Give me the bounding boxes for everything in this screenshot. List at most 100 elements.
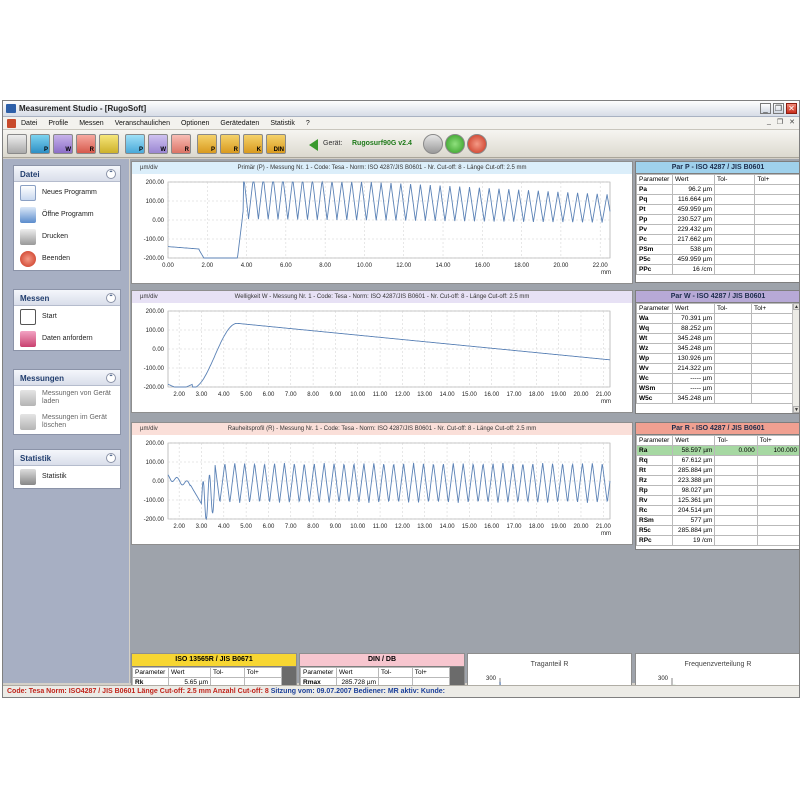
table-row[interactable]: Wp 130.926 µm (636, 353, 793, 364)
view-p-button[interactable]: P (125, 134, 145, 154)
menu-help[interactable]: ? (306, 120, 310, 127)
collapse-chevron-icon[interactable]: ⌃ (106, 453, 116, 463)
table-row[interactable]: PPc 16 /cm (636, 264, 799, 275)
view-r-button[interactable]: R (171, 134, 191, 154)
scroll-up-icon[interactable]: ▲ (793, 303, 799, 310)
table-row[interactable]: PSm 538 µm (636, 244, 799, 255)
graph-din-button[interactable]: DIN (266, 134, 286, 154)
table-row-selected[interactable]: Ra 58.597 µm 0.000 100.000 (636, 445, 799, 456)
menu-veranschaulichen[interactable]: Veranschaulichen (115, 120, 170, 127)
table-row[interactable]: RPc 19 /cm (636, 535, 799, 546)
x-tick-label: 18.00 (529, 392, 545, 398)
x-tick-label: 13.00 (417, 392, 433, 398)
table-row[interactable]: Wq 88.252 µm (636, 323, 793, 334)
param-name: Rz (636, 475, 674, 486)
table-row[interactable]: Pv 229.432 µm (636, 224, 799, 235)
table-row[interactable]: Wv 214.322 µm (636, 363, 793, 374)
profile-p-button[interactable]: P (30, 134, 50, 154)
menu-bar: Datei Profile Messen Veranschaulichen Op… (3, 117, 799, 130)
table-row[interactable]: RSm 577 µm (636, 515, 799, 526)
table-row[interactable]: Pp 230.527 µm (636, 214, 799, 225)
param-tol-plus (751, 323, 793, 334)
minimize-button[interactable]: _ (760, 103, 771, 114)
param-name: Rp (636, 485, 674, 496)
table-row[interactable]: Rt 285.884 µm (636, 465, 799, 476)
menu-profile[interactable]: Profile (48, 120, 68, 127)
off-icon[interactable] (467, 134, 487, 154)
table-row[interactable]: Pq 116.664 µm (636, 194, 799, 205)
table-row[interactable]: R5c 285.884 µm (636, 525, 799, 536)
profile-w-button[interactable]: W (53, 134, 73, 154)
delete-icon (20, 414, 36, 430)
col-header-tol-plus: Tol+ (756, 435, 799, 446)
table-row[interactable]: P5c 459.959 µm (636, 254, 799, 265)
y-tick-label: 200.00 (146, 441, 165, 447)
x-tick-label: 4.00 (218, 524, 230, 530)
param-value: 345.248 µm (672, 343, 715, 354)
sidebar-item-messungen-laden[interactable]: Messungen von Gerät laden (14, 386, 120, 410)
sidebar-item-beenden[interactable]: Beenden (14, 248, 120, 270)
table-row[interactable]: Rp 98.027 µm (636, 485, 799, 496)
y-tick-label: -200.00 (144, 385, 165, 391)
table-row[interactable]: Wt 345.248 µm (636, 333, 793, 344)
geraet-value: Rugosurf90G v2.4 (352, 140, 412, 147)
menu-statistik[interactable]: Statistik (270, 120, 295, 127)
collapse-chevron-icon[interactable]: ⌃ (106, 169, 116, 179)
mdi-minimize-button[interactable]: _ (767, 118, 771, 126)
collapse-chevron-icon[interactable]: ⌃ (106, 373, 116, 383)
sidebar-item-drucken[interactable]: Drucken (14, 226, 120, 248)
graph-p-button[interactable]: P (197, 134, 217, 154)
view-w-button[interactable]: W (148, 134, 168, 154)
menu-geraetedaten[interactable]: Gerätedaten (220, 120, 259, 127)
table-row[interactable]: W5c 345.248 µm (636, 393, 793, 404)
table-row[interactable]: Rc 204.514 µm (636, 505, 799, 516)
close-button[interactable]: ✕ (786, 103, 797, 114)
menu-messen[interactable]: Messen (79, 120, 104, 127)
param-tol-minus (713, 373, 753, 384)
table-row[interactable]: Wz 345.248 µm (636, 343, 793, 354)
on-icon[interactable] (445, 134, 465, 154)
table-row[interactable]: Rz 223.388 µm (636, 475, 799, 486)
table-row[interactable]: Rq 67.612 µm (636, 455, 799, 466)
device-icon[interactable] (423, 134, 443, 154)
chart-rauheit: µm/div Rauheitsprofil (R) - Messung Nr. 1… (131, 422, 633, 545)
restore-button[interactable]: ❐ (773, 103, 784, 114)
graph-k-button[interactable]: K (243, 134, 263, 154)
table-row[interactable]: Rv 125.361 µm (636, 495, 799, 506)
x-tick-label: 17.00 (507, 524, 523, 530)
table-row[interactable]: Pa 96.2 µm (636, 184, 799, 195)
menu-optionen[interactable]: Optionen (181, 120, 209, 127)
sidebar-item-neues-programm[interactable]: Neues Programm (14, 182, 120, 204)
sidebar-item-start[interactable]: Start (14, 306, 120, 328)
print-icon[interactable] (7, 134, 27, 154)
x-tick-label: 2.00 (173, 524, 185, 530)
table-row[interactable]: Wc ----- µm (636, 373, 793, 384)
param-value: 577 µm (672, 515, 716, 526)
param-tol-plus (754, 224, 799, 235)
param-name: Wt (636, 333, 673, 344)
sidebar-item-oeffne-programm[interactable]: Öffne Programm (14, 204, 120, 226)
mdi-restore-button[interactable]: ❐ (777, 118, 783, 126)
table-row[interactable]: Pc 217.662 µm (636, 234, 799, 245)
param-tol-minus (379, 698, 413, 699)
table-row[interactable]: Rvk1.701 µm (133, 698, 282, 699)
menu-datei[interactable]: Datei (21, 120, 37, 127)
profile-iso-button[interactable] (99, 134, 119, 154)
profile-r-button[interactable]: R (76, 134, 96, 154)
x-tick-label: 3.00 (196, 524, 208, 530)
param-tol-plus (754, 184, 799, 195)
table-row[interactable]: Pt 459.959 µm (636, 204, 799, 215)
sidebar-item-daten-anfordern[interactable]: Daten anfordern (14, 328, 120, 350)
param-tol-plus (754, 244, 799, 255)
sidebar-item-statistik[interactable]: Statistik (14, 466, 120, 488)
table-w-scrollbar[interactable]: ▲ ▼ (792, 303, 799, 413)
chart-welligkeit-title: Welligkeit W - Messung Nr. 1 - Code: Tes… (234, 294, 530, 300)
table-row[interactable]: R3zm215.113 µm (301, 698, 450, 699)
sidebar-item-messungen-loeschen[interactable]: Messungen im Gerät löschen (14, 410, 120, 434)
scroll-down-icon[interactable]: ▼ (793, 406, 799, 413)
table-row[interactable]: WSm ----- µm (636, 383, 793, 394)
mdi-close-button[interactable]: ✕ (789, 118, 795, 126)
graph-r-button[interactable]: R (220, 134, 240, 154)
collapse-chevron-icon[interactable]: ⌃ (106, 293, 116, 303)
table-row[interactable]: Wa 70.391 µm (636, 313, 793, 324)
